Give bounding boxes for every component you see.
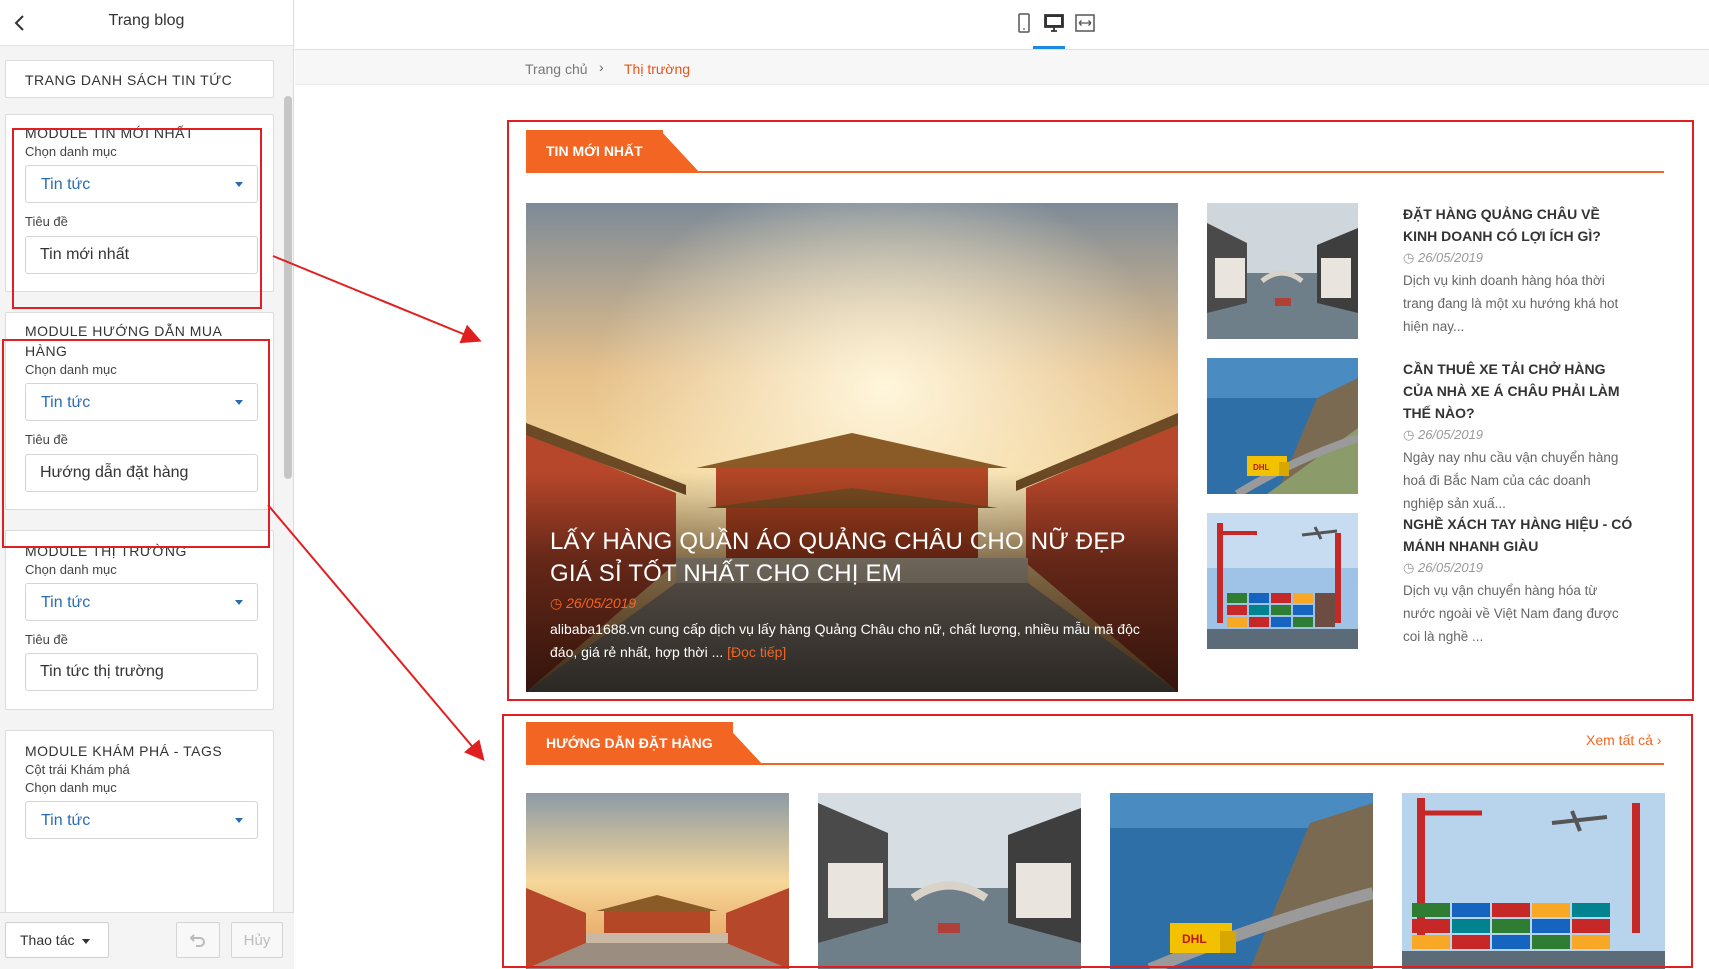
module-title: MODULE KHÁM PHÁ - TAGS	[25, 743, 223, 759]
news-item[interactable]: ĐẶT HÀNG QUẢNG CHÂU VỀ KINH DOANH CÓ LỢI…	[1207, 203, 1627, 339]
sidebar-footer: Thao tác Hủy	[0, 912, 294, 969]
module-extra-label: Cột trái Khám phá	[25, 762, 130, 777]
guide-thumbnail[interactable]: DHL	[1110, 793, 1373, 969]
news-date-text: 26/05/2019	[1417, 560, 1484, 575]
hero-description: alibaba1688.vn cung cấp dịch vụ lấy hàng…	[550, 618, 1150, 664]
module-card-latest: MODULE TIN MỚI NHẤT Chọn danh mục Tin tứ…	[5, 114, 274, 292]
category-select[interactable]: Tin tức	[25, 801, 258, 839]
tab-corner	[660, 130, 700, 173]
title-input[interactable]: Hướng dẫn đặt hàng	[25, 454, 258, 492]
news-item[interactable]: NGHỀ XÁCH TAY HÀNG HIỆU - CÓ MÁNH NHANH …	[1207, 513, 1632, 649]
title-label: Tiêu đề	[25, 632, 68, 647]
chevron-right-icon: ›	[599, 59, 604, 75]
category-select-value: Tin tức	[41, 176, 91, 193]
svg-text:DHL: DHL	[1253, 463, 1270, 472]
sidebar-scrollbar[interactable]	[284, 96, 292, 479]
sidebar-scroll-area: TRANG DANH SÁCH TIN TỨC MODULE TIN MỚI N…	[0, 46, 294, 912]
news-title[interactable]: ĐẶT HÀNG QUẢNG CHÂU VỀ KINH DOANH CÓ LỢI…	[1403, 203, 1633, 247]
preview-toolbar	[295, 0, 1709, 50]
news-date-text: 26/05/2019	[1417, 427, 1484, 442]
hero-article[interactable]: LẤY HÀNG QUẦN ÁO QUẢNG CHÂU CHO NỮ ĐẸP G…	[526, 203, 1178, 692]
mobile-icon[interactable]	[1012, 12, 1036, 34]
read-more-link[interactable]: [Đọc tiếp]	[727, 644, 786, 660]
fullwidth-icon[interactable]	[1073, 12, 1097, 34]
chevron-down-icon	[235, 182, 243, 187]
svg-text:DHL: DHL	[1182, 932, 1207, 946]
category-select[interactable]: Tin tức	[25, 165, 258, 203]
guide-thumbnail[interactable]	[526, 793, 789, 969]
guide-section-header: HƯỚNG DẪN ĐẶT HÀNG	[526, 722, 1664, 765]
hero-date-text: 26/05/2019	[566, 595, 637, 611]
module-title: MODULE THỊ TRƯỜNG	[25, 543, 187, 559]
news-date-text: 26/05/2019	[1417, 250, 1484, 265]
section-underline	[526, 763, 1664, 765]
news-date: ◷ 26/05/2019	[1403, 249, 1633, 267]
title-label: Tiêu đề	[25, 432, 68, 447]
page-list-card[interactable]: TRANG DANH SÁCH TIN TỨC	[5, 60, 274, 98]
settings-sidebar: Trang blog TRANG DANH SÁCH TIN TỨC MODUL…	[0, 0, 294, 969]
clock-icon: ◷	[1403, 560, 1418, 575]
breadcrumb-home-link[interactable]: Trang chủ	[525, 61, 588, 77]
module-card-guide: MODULE HƯỚNG DẪN MUA HÀNG Chọn danh mục …	[5, 312, 274, 510]
undo-button[interactable]	[176, 922, 220, 958]
category-select[interactable]: Tin tức	[25, 583, 258, 621]
category-select-value: Tin tức	[41, 812, 91, 829]
module-title: MODULE TIN MỚI NHẤT	[25, 125, 195, 141]
caret-down-icon	[82, 939, 90, 944]
category-select-value: Tin tức	[41, 394, 91, 411]
news-summary: Ngày nay nhu cầu vận chuyển hàng hoá đi …	[1403, 450, 1619, 511]
category-select-value: Tin tức	[41, 594, 91, 611]
module-card-tags: MODULE KHÁM PHÁ - TAGS Cột trái Khám phá…	[5, 730, 274, 912]
chevron-down-icon	[235, 400, 243, 405]
breadcrumb: Trang chủ › Thị trường	[295, 50, 1709, 85]
guide-tab-title: HƯỚNG DẪN ĐẶT HÀNG	[526, 722, 733, 765]
title-input[interactable]: Tin mới nhất	[25, 236, 258, 274]
sidebar-header: Trang blog	[0, 0, 293, 46]
section-underline	[526, 171, 1664, 173]
cancel-button[interactable]: Hủy	[231, 922, 283, 958]
clock-icon: ◷	[1403, 250, 1418, 265]
category-label: Chọn danh mục	[25, 144, 117, 159]
news-thumbnail: DHL	[1207, 358, 1358, 494]
category-select[interactable]: Tin tức	[25, 383, 258, 421]
guide-thumbnail[interactable]	[818, 793, 1081, 969]
category-label: Chọn danh mục	[25, 780, 117, 795]
module-card-market: MODULE THỊ TRƯỜNG Chọn danh mục Tin tức …	[5, 530, 274, 710]
news-summary: Dịch vụ kinh doanh hàng hóa thời trang đ…	[1403, 273, 1619, 334]
news-title[interactable]: CẦN THUÊ XE TẢI CHỞ HÀNG CỦA NHÀ XE Á CH…	[1403, 358, 1633, 424]
view-all-link[interactable]: Xem tất cả ›	[1586, 732, 1661, 748]
tab-corner	[723, 722, 763, 765]
news-thumbnail	[1207, 203, 1358, 339]
actions-dropdown-button[interactable]: Thao tác	[5, 922, 109, 958]
module-title: MODULE HƯỚNG DẪN MUA HÀNG	[25, 323, 222, 359]
clock-icon: ◷	[1403, 427, 1418, 442]
hero-date: ◷ 26/05/2019	[550, 595, 636, 612]
news-summary: Dịch vụ vận chuyển hàng hóa từ nước ngoà…	[1403, 583, 1619, 644]
news-date: ◷ 26/05/2019	[1403, 426, 1633, 444]
undo-icon	[189, 933, 205, 947]
hero-title[interactable]: LẤY HÀNG QUẦN ÁO QUẢNG CHÂU CHO NỮ ĐẸP G…	[550, 526, 1160, 590]
actions-label: Thao tác	[20, 932, 75, 948]
page-list-label: TRANG DANH SÁCH TIN TỨC	[25, 72, 233, 88]
sidebar-title: Trang blog	[108, 12, 185, 29]
chevron-down-icon	[235, 600, 243, 605]
title-input[interactable]: Tin tức thị trường	[25, 653, 258, 691]
hero-desc-text: alibaba1688.vn cung cấp dịch vụ lấy hàng…	[550, 621, 1140, 660]
title-label: Tiêu đề	[25, 214, 68, 229]
clock-icon: ◷	[550, 595, 567, 611]
news-item[interactable]: DHL CẦN THUÊ XE TẢI CHỞ HÀNG CỦA NHÀ XE …	[1207, 358, 1627, 511]
category-label: Chọn danh mục	[25, 562, 117, 577]
breadcrumb-current[interactable]: Thị trường	[624, 61, 690, 77]
chevron-down-icon	[235, 818, 243, 823]
category-label: Chọn danh mục	[25, 362, 117, 377]
guide-thumbnail[interactable]	[1402, 793, 1665, 969]
desktop-icon[interactable]	[1042, 12, 1066, 34]
latest-tab-title: TIN MỚI NHẤT	[526, 130, 663, 173]
active-device-indicator	[1033, 46, 1065, 49]
news-date: ◷ 26/05/2019	[1403, 559, 1633, 577]
news-title[interactable]: NGHỀ XÁCH TAY HÀNG HIỆU - CÓ MÁNH NHANH …	[1403, 513, 1633, 557]
news-thumbnail	[1207, 513, 1358, 649]
latest-section-header: TIN MỚI NHẤT	[526, 130, 1664, 173]
